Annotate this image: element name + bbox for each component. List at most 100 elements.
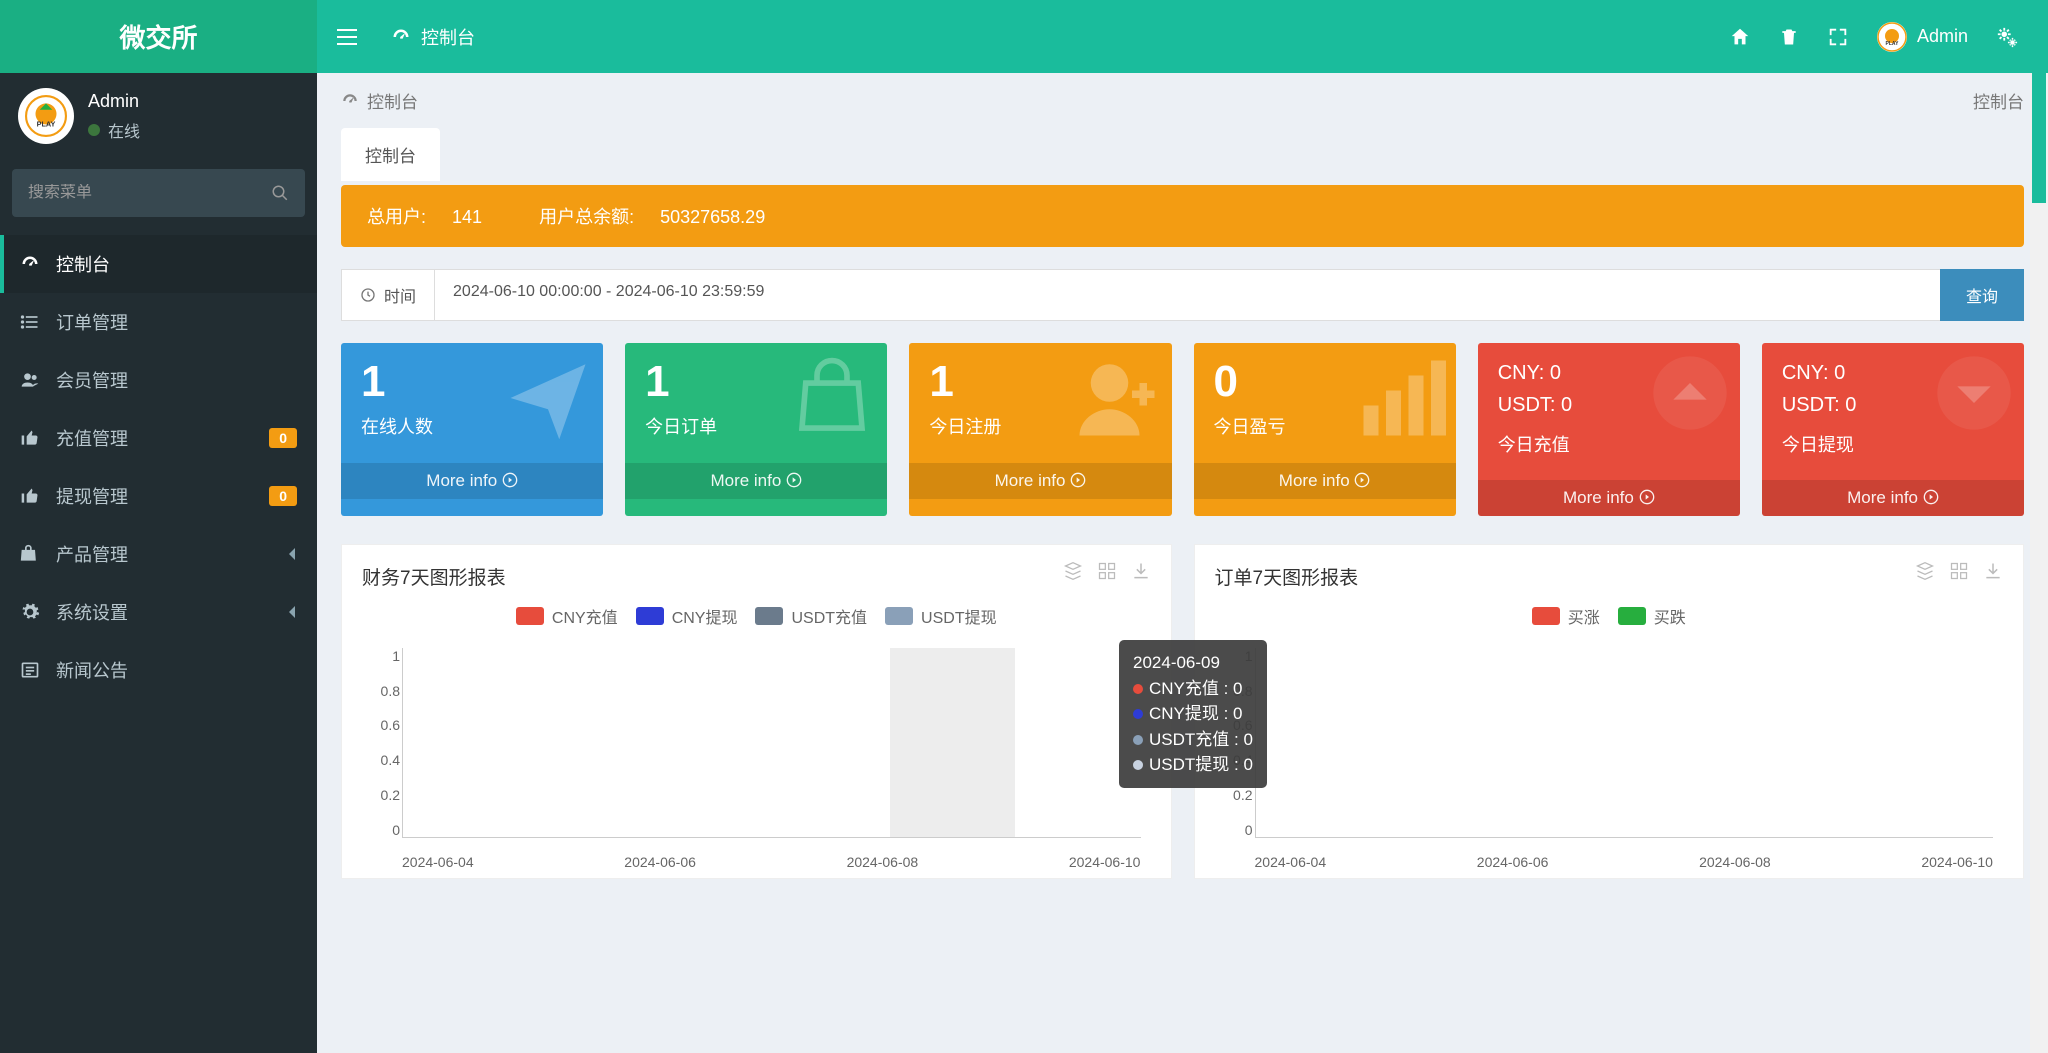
tooltip-row: USDT提现 : 0 (1133, 752, 1253, 778)
svg-text:PLAY: PLAY (37, 120, 56, 129)
chart-grid-icon[interactable] (1949, 561, 1969, 581)
legend-item[interactable]: CNY提现 (636, 604, 738, 628)
search-input[interactable] (28, 184, 271, 202)
chart-highlight-band (890, 648, 1015, 837)
user-panel: PLAY Admin 在线 (0, 73, 317, 159)
main: 控制台 PLAY Admin (317, 0, 2048, 1053)
sidebar-item-label: 订单管理 (56, 309, 128, 335)
sidebar-item-label: 新闻公告 (56, 657, 128, 683)
info-banner: 总用户:141 用户总余额:50327658.29 (341, 185, 2024, 247)
date-label: 时间 (341, 269, 434, 321)
avatar-small: PLAY (1877, 22, 1907, 52)
chevron-left-icon (287, 547, 297, 561)
more-info-link[interactable]: More info (1194, 463, 1456, 499)
query-button[interactable]: 查询 (1940, 269, 2024, 321)
dashboard-icon (20, 254, 42, 274)
more-info-link[interactable]: More info (909, 463, 1171, 499)
scrollbar-thumb[interactable] (2032, 73, 2046, 203)
scrollbar[interactable] (2030, 73, 2048, 1053)
legend-item[interactable]: CNY充值 (516, 604, 618, 628)
sidebar-item-0[interactable]: 控制台 (0, 235, 317, 293)
chart-download-icon[interactable] (1983, 561, 2003, 581)
chevron-left-icon (287, 605, 297, 619)
date-range-input[interactable]: 2024-06-10 00:00:00 - 2024-06-10 23:59:5… (434, 269, 1940, 321)
gears-icon[interactable] (1996, 26, 2018, 48)
breadcrumb-right: 控制台 (1973, 88, 2024, 113)
legend-item[interactable]: USDT充值 (755, 604, 867, 628)
legend-item[interactable]: USDT提现 (885, 604, 997, 628)
legend-label: 买跌 (1654, 604, 1686, 628)
chart-finance: 财务7天图形报表 CNY充值CNY提现USDT充值USDT提现 10.80.60… (341, 544, 1172, 879)
chart-plot[interactable] (402, 648, 1141, 838)
chart-legend: CNY充值 CNY提现 USDT充值 USDT提现 (342, 596, 1171, 638)
users-icon (20, 370, 42, 390)
fullscreen-icon[interactable] (1827, 26, 1849, 48)
sidebar-item-4[interactable]: 提现管理0 (0, 467, 317, 525)
gear-icon (20, 602, 42, 622)
sidebar: 微交所 PLAY Admin 在线 控制台订单管理会员管理充值管理 0 提现管理0 产… (0, 0, 317, 1053)
legend-swatch-icon (636, 607, 664, 625)
user-status: 在线 (88, 118, 140, 142)
sidebar-item-3[interactable]: 充值管理 0 (0, 409, 317, 467)
sidebar-item-2[interactable]: 会员管理 (0, 351, 317, 409)
legend-label: CNY充值 (552, 604, 618, 628)
chart-title: 订单7天图形报表 (1195, 545, 2024, 596)
legend-swatch-icon (755, 607, 783, 625)
circle-down-icon (1934, 353, 2014, 433)
nav-menu: 控制台订单管理会员管理充值管理 0 提现管理0 产品管理系统设置新闻公告 (0, 235, 317, 699)
sidebar-badge: 0 (269, 428, 297, 448)
legend-item[interactable]: 买跌 (1618, 604, 1686, 628)
sidebar-item-7[interactable]: 新闻公告 (0, 641, 317, 699)
stat-box-4: CNY: 0USDT: 0今日充值More info (1478, 343, 1740, 516)
more-info-link[interactable]: More info (341, 463, 603, 499)
page-title: 控制台 (377, 24, 475, 50)
circle-up-icon (1650, 353, 1730, 433)
top-user[interactable]: PLAY Admin (1877, 22, 1968, 52)
trash-icon[interactable] (1779, 26, 1799, 48)
breadcrumb: 控制台 (367, 88, 418, 113)
avatar: PLAY (18, 88, 74, 144)
more-info-link[interactable]: More info (1762, 480, 2024, 516)
sidebar-item-1[interactable]: 订单管理 (0, 293, 317, 351)
legend-item[interactable]: 买涨 (1532, 604, 1600, 628)
user-status-text: 在线 (108, 118, 140, 142)
sidebar-toggle-button[interactable] (317, 0, 377, 73)
chart-legend: 买涨 买跌 (1195, 596, 2024, 638)
status-dot-icon (88, 124, 100, 136)
search-box[interactable] (12, 169, 305, 217)
bag-icon (787, 353, 877, 443)
content-header: 控制台 控制台 (317, 73, 2048, 128)
list-icon (20, 312, 42, 332)
chart-download-icon[interactable] (1131, 561, 1151, 581)
sidebar-item-label: 会员管理 (56, 367, 128, 393)
chart-title: 财务7天图形报表 (342, 545, 1171, 596)
chart-data-view-icon[interactable] (1063, 561, 1083, 581)
sidebar-item-label: 产品管理 (56, 541, 128, 567)
sidebar-item-label: 提现管理 (56, 483, 128, 509)
chart-plot[interactable] (1255, 648, 1994, 838)
tab-dashboard[interactable]: 控制台 (341, 128, 440, 181)
home-icon[interactable] (1729, 26, 1751, 48)
legend-label: 买涨 (1568, 604, 1600, 628)
thumbs-up-icon (20, 428, 42, 448)
search-icon[interactable] (271, 184, 289, 202)
sidebar-item-label: 充值管理 (56, 425, 128, 451)
news-icon (20, 660, 42, 680)
sidebar-item-6[interactable]: 系统设置 (0, 583, 317, 641)
sidebar-item-5[interactable]: 产品管理 (0, 525, 317, 583)
more-info-link[interactable]: More info (1478, 480, 1740, 516)
sidebar-item-label: 控制台 (56, 251, 110, 277)
chart-grid-icon[interactable] (1097, 561, 1117, 581)
more-info-link[interactable]: More info (625, 463, 887, 499)
stat-box-2: 1今日注册More info (909, 343, 1171, 516)
tooltip-date: 2024-06-09 (1133, 650, 1253, 676)
svg-text:PLAY: PLAY (1886, 41, 1900, 47)
chart-tooltip: 2024-06-09 CNY充值 : 0CNY提现 : 0USDT充值 : 0U… (1119, 640, 1267, 788)
stat-box-1: 1今日订单More info (625, 343, 887, 516)
bars-icon (1356, 353, 1446, 443)
legend-swatch-icon (1618, 607, 1646, 625)
stat-box-3: 0今日盈亏More info (1194, 343, 1456, 516)
dashboard-icon (341, 92, 359, 110)
chart-data-view-icon[interactable] (1915, 561, 1935, 581)
brand-logo: 微交所 (0, 0, 317, 73)
